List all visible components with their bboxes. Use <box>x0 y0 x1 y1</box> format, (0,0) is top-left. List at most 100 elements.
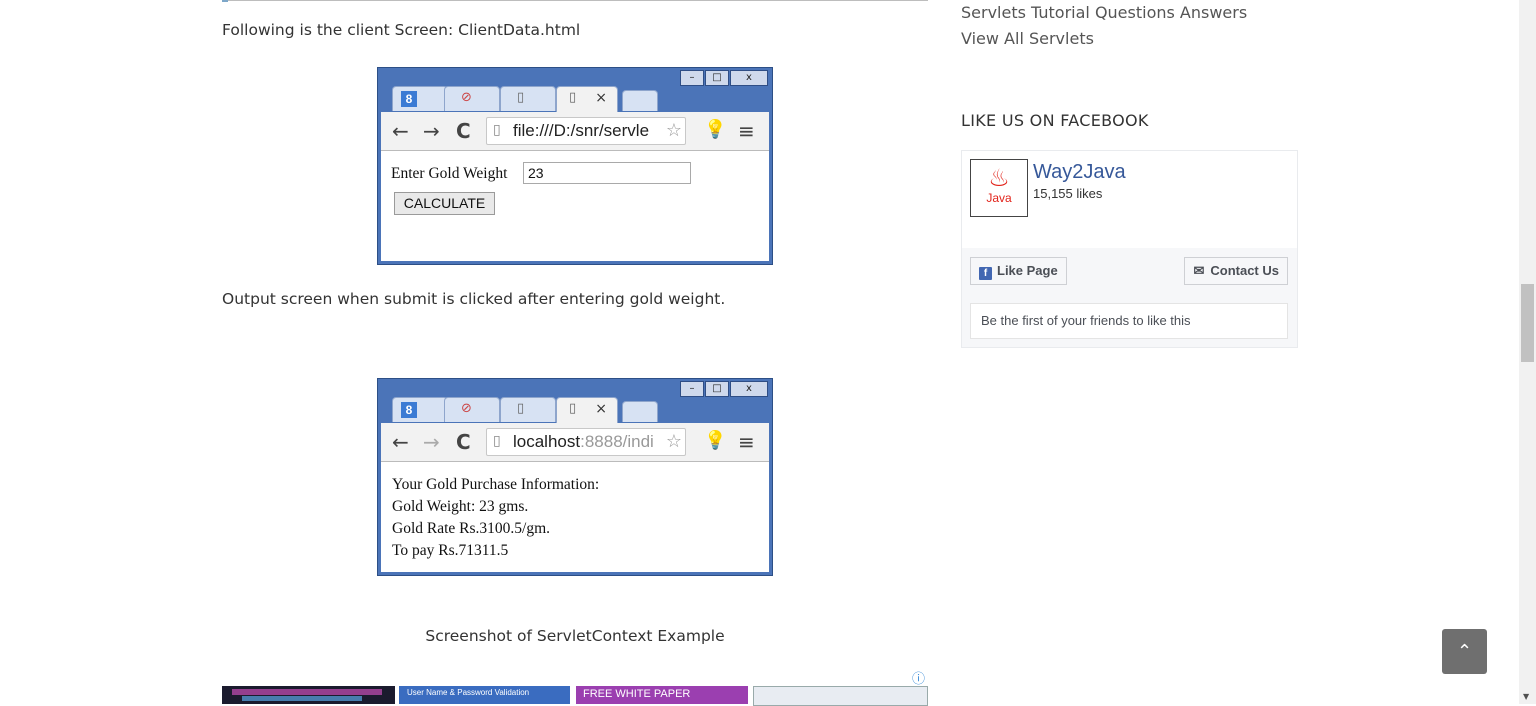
page-icon: ▯ <box>493 433 501 449</box>
star-icon: ☆ <box>665 120 682 141</box>
browser-frame-right <box>769 423 772 575</box>
browser-frame-bottom <box>378 572 772 575</box>
page-icon: ▯ <box>569 90 577 105</box>
forward-arrow-icon: → <box>423 430 440 454</box>
contact-us-button[interactable]: ✉ Contact Us <box>1184 257 1288 285</box>
browser-tab-active: ▯ × <box>556 86 618 112</box>
minimize-icon: – <box>680 70 704 86</box>
facebook-heading: LIKE US ON FACEBOOK <box>961 111 1149 130</box>
purchase-info-line: Gold Weight: 23 gms. <box>392 498 529 515</box>
page-scrollbar[interactable]: ▼ <box>1519 0 1536 704</box>
ad-code-image[interactable] <box>222 686 395 704</box>
scroll-down-arrow-icon[interactable]: ▼ <box>1523 692 1529 701</box>
new-tab-button <box>622 401 658 422</box>
java-logo-text: Java <box>986 191 1012 205</box>
like-page-button[interactable]: f Like Page <box>970 257 1067 285</box>
content-divider-accent <box>222 0 228 2</box>
calculate-button: CALCULATE <box>394 192 495 215</box>
java-cup-icon: ♨ <box>988 164 1010 192</box>
page-icon: ▯ <box>493 122 501 138</box>
ad-validation[interactable]: User Name & Password Validation <box>399 686 570 704</box>
window-close-icon: x <box>730 381 768 397</box>
browser-tab-google: 8 <box>392 86 448 111</box>
back-arrow-icon: ← <box>392 430 409 454</box>
address-bar: ▯ localhost:8888/indi ☆ <box>486 428 686 456</box>
back-to-top-button[interactable]: ⌃ <box>1442 629 1487 674</box>
output-screen-text: Output screen when submit is clicked aft… <box>222 290 726 308</box>
ad-strip[interactable]: User Name & Password Validation FREE WHI… <box>222 686 928 706</box>
address-url: localhost:8888/indi <box>513 432 663 452</box>
fb-page-name[interactable]: Way2Java <box>1033 161 1126 184</box>
gold-weight-label: Enter Gold Weight <box>391 165 508 182</box>
contact-us-label: Contact Us <box>1210 263 1279 278</box>
purchase-info-line: To pay Rs.71311.5 <box>392 542 509 559</box>
java-logo[interactable]: ♨ Java <box>970 159 1028 217</box>
new-tab-button <box>622 90 658 111</box>
url-host: localhost <box>513 432 581 451</box>
lightbulb-icon: 💡 <box>704 430 727 451</box>
page-icon: ▯ <box>517 401 525 416</box>
fb-likes-count: 15,155 likes <box>1033 186 1103 201</box>
maximize-icon: □ <box>705 70 729 86</box>
google-icon: 8 <box>401 402 417 418</box>
browser-page: Enter Gold Weight 23 CALCULATE <box>378 151 772 264</box>
chevron-up-icon: ⌃ <box>1456 641 1473 662</box>
browser-tab-help: ⊘ <box>444 86 500 111</box>
page-icon: ▯ <box>517 90 525 105</box>
address-url: file:///D:/snr/servle <box>513 121 650 140</box>
forward-arrow-icon: → <box>423 119 440 143</box>
sidebar-link-questions[interactable]: Servlets Tutorial Questions Answers <box>961 3 1247 22</box>
client-screen-image: 8 ⊘ ▯ ▯ × – □ x ← → C ▯ file:///D:/snr/se… <box>377 67 773 265</box>
maximize-icon: □ <box>705 381 729 397</box>
browser-frame-bottom <box>378 261 772 264</box>
scrollbar-thumb[interactable] <box>1521 284 1534 362</box>
google-icon: 8 <box>401 91 417 107</box>
lightbulb-icon: 💡 <box>704 119 727 140</box>
ad-info-icon[interactable]: ⓘ <box>912 668 925 687</box>
facebook-widget: ♨ Java Way2Java 15,155 likes f Like Page … <box>961 150 1298 348</box>
browser-tab-active: ▯ × <box>556 397 618 423</box>
envelope-icon: ✉ <box>1193 263 1205 278</box>
purchase-info-line: Your Gold Purchase Information: <box>392 476 600 493</box>
content-divider <box>222 0 928 1</box>
purchase-info-line: Gold Rate Rs.3100.5/gm. <box>392 520 551 537</box>
browser-tab-help: ⊘ <box>444 397 500 422</box>
browser-frame-right <box>769 112 772 264</box>
url-path: :8888/indi <box>580 432 654 451</box>
screenshot-caption: Screenshot of ServletContext Example <box>425 627 725 645</box>
output-screen-image: 8 ⊘ ▯ ▯ × – □ x ← → C ▯ localhost:8888/in… <box>377 378 773 576</box>
back-arrow-icon: ← <box>392 119 409 143</box>
browser-page: Your Gold Purchase Information: Gold Wei… <box>378 462 772 575</box>
help-icon: ⊘ <box>461 401 472 416</box>
close-tab-icon: × <box>595 401 607 417</box>
browser-toolbar: ← → C ▯ localhost:8888/indi ☆ 💡 ≡ <box>378 423 772 462</box>
close-tab-icon: × <box>595 90 607 106</box>
address-bar: ▯ file:///D:/snr/servle ☆ <box>486 117 686 145</box>
menu-icon: ≡ <box>738 119 755 143</box>
browser-tab-blank: ▯ <box>500 86 556 111</box>
sidebar-link-view-all[interactable]: View All Servlets <box>961 29 1094 48</box>
ad-validation-text: User Name & Password Validation <box>407 688 530 697</box>
ad-white-paper-text: FREE WHITE PAPER <box>583 688 691 700</box>
window-close-icon: x <box>730 70 768 86</box>
page-icon: ▯ <box>569 401 577 416</box>
minimize-icon: – <box>680 381 704 397</box>
ad-browser-image[interactable] <box>753 686 928 706</box>
help-icon: ⊘ <box>461 90 472 105</box>
ad-white-paper[interactable]: FREE WHITE PAPER <box>576 686 748 704</box>
reload-icon: C <box>456 119 471 143</box>
client-screen-text: Following is the client Screen: ClientDa… <box>222 21 581 39</box>
star-icon: ☆ <box>665 431 682 452</box>
gold-weight-input: 23 <box>523 162 691 184</box>
menu-icon: ≡ <box>738 430 755 454</box>
browser-frame-left <box>378 423 381 575</box>
like-page-label: Like Page <box>997 263 1058 278</box>
facebook-header: ♨ Java Way2Java 15,155 likes <box>962 151 1297 248</box>
facebook-icon: f <box>979 267 992 280</box>
fb-friends-text: Be the first of your friends to like thi… <box>970 303 1288 339</box>
reload-icon: C <box>456 430 471 454</box>
browser-frame-left <box>378 112 381 264</box>
browser-tab-blank: ▯ <box>500 397 556 422</box>
browser-toolbar: ← → C ▯ file:///D:/snr/servle ☆ 💡 ≡ <box>378 112 772 151</box>
browser-tab-google: 8 <box>392 397 448 422</box>
